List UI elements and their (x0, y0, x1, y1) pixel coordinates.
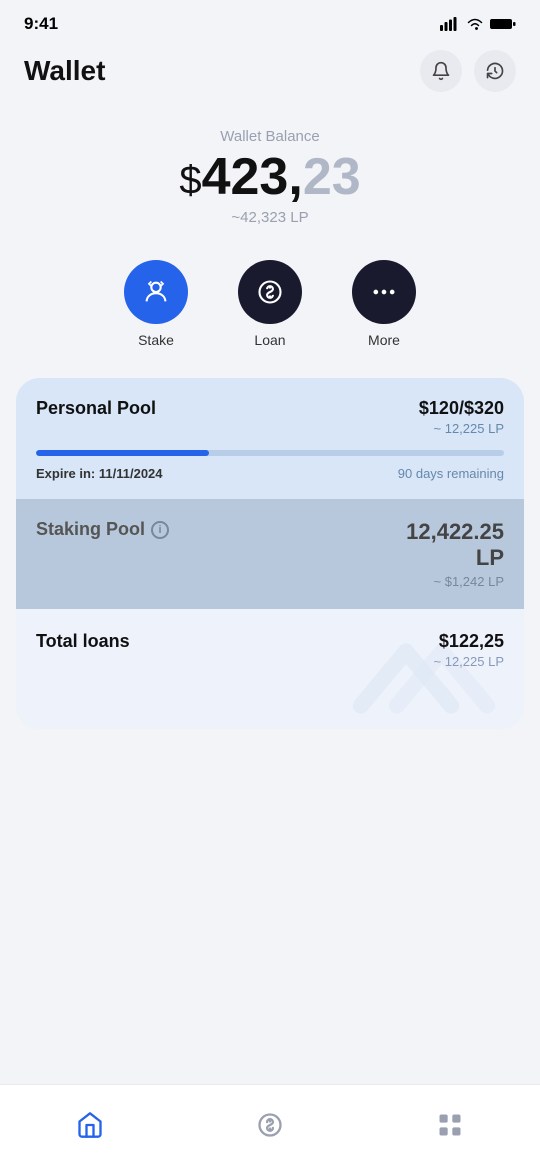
balance-main: 423, (202, 148, 303, 206)
status-icons (440, 17, 516, 31)
stake-label: Stake (138, 332, 174, 348)
loan-action[interactable]: Loan (238, 260, 302, 348)
balance-label: Wallet Balance (24, 128, 516, 145)
header: Wallet (0, 40, 540, 108)
loan-icon (256, 278, 284, 306)
status-bar: 9:41 (0, 0, 540, 40)
bottom-nav (0, 1084, 540, 1164)
loans-header: Total loans $122,25 ~ 12,225 LP (36, 631, 504, 669)
nav-apps[interactable] (416, 1103, 484, 1147)
loans-title: Total loans (36, 631, 130, 652)
days-remaining: 90 days remaining (398, 466, 504, 481)
main-card: Personal Pool $120/$320 ~ 12,225 LP Expi… (16, 378, 524, 729)
pool-footer: Expire in: 11/11/2024 90 days remaining (36, 466, 504, 481)
staking-title: Staking Pool (36, 519, 145, 540)
history-icon (485, 61, 505, 81)
progress-bar-bg (36, 450, 504, 456)
more-action[interactable]: More (352, 260, 416, 348)
header-actions (420, 50, 516, 92)
pool-header: Personal Pool $120/$320 ~ 12,225 LP (36, 398, 504, 436)
page-title: Wallet (24, 55, 105, 87)
loans-amount-sub: ~ 12,225 LP (434, 654, 504, 669)
pool-amount-group: $120/$320 ~ 12,225 LP (419, 398, 504, 436)
status-time: 9:41 (24, 14, 58, 34)
signal-icon (440, 17, 460, 31)
pool-title: Personal Pool (36, 398, 156, 419)
more-icon (370, 278, 398, 306)
total-loans: Total loans $122,25 ~ 12,225 LP (16, 609, 524, 729)
loan-label: Loan (254, 332, 285, 348)
bell-icon (431, 61, 451, 81)
battery-icon (490, 17, 516, 31)
stake-action[interactable]: Stake (124, 260, 188, 348)
loans-amount: $122,25 (434, 631, 504, 652)
expire-text: Expire in: 11/11/2024 (36, 466, 163, 481)
pool-amount: $120/$320 (419, 398, 504, 419)
progress-bar-fill (36, 450, 209, 456)
balance-decimal: 23 (303, 148, 361, 206)
staking-amount-group: 12,422.25 LP ~ $1,242 LP (406, 519, 504, 589)
loan-circle (238, 260, 302, 324)
actions-row: Stake Loan More (0, 236, 540, 378)
more-circle (352, 260, 416, 324)
dollar-sign: $ (179, 158, 201, 202)
personal-pool: Personal Pool $120/$320 ~ 12,225 LP Expi… (16, 378, 524, 499)
nav-home[interactable] (56, 1103, 124, 1147)
more-label: More (368, 332, 400, 348)
balance-amount: $423,23 (24, 151, 516, 203)
staking-amount-unit: LP (476, 545, 504, 570)
staking-header: Staking Pool i 12,422.25 LP ~ $1,242 LP (36, 519, 504, 589)
info-icon-label: i (158, 524, 161, 536)
history-button[interactable] (474, 50, 516, 92)
balance-lp: ~42,323 LP (24, 209, 516, 226)
nav-dollar[interactable] (236, 1103, 304, 1147)
expire-date: 11/11/2024 (99, 466, 163, 481)
home-icon (76, 1111, 104, 1139)
info-icon[interactable]: i (151, 521, 169, 539)
notification-button[interactable] (420, 50, 462, 92)
staking-amount: 12,422.25 LP (406, 519, 504, 572)
stake-icon (142, 278, 170, 306)
dollar-icon (256, 1111, 284, 1139)
stake-circle (124, 260, 188, 324)
loans-amount-group: $122,25 ~ 12,225 LP (434, 631, 504, 669)
staking-title-row: Staking Pool i (36, 519, 169, 540)
staking-amount-sub: ~ $1,242 LP (406, 574, 504, 589)
pool-amount-sub: ~ 12,225 LP (419, 421, 504, 436)
balance-section: Wallet Balance $423,23 ~42,323 LP (0, 108, 540, 236)
staking-amount-num: 12,422.25 (406, 519, 504, 544)
apps-icon (436, 1111, 464, 1139)
staking-pool: Staking Pool i 12,422.25 LP ~ $1,242 LP (16, 499, 524, 609)
expire-label: Expire in: (36, 466, 95, 481)
wifi-icon (466, 17, 484, 31)
